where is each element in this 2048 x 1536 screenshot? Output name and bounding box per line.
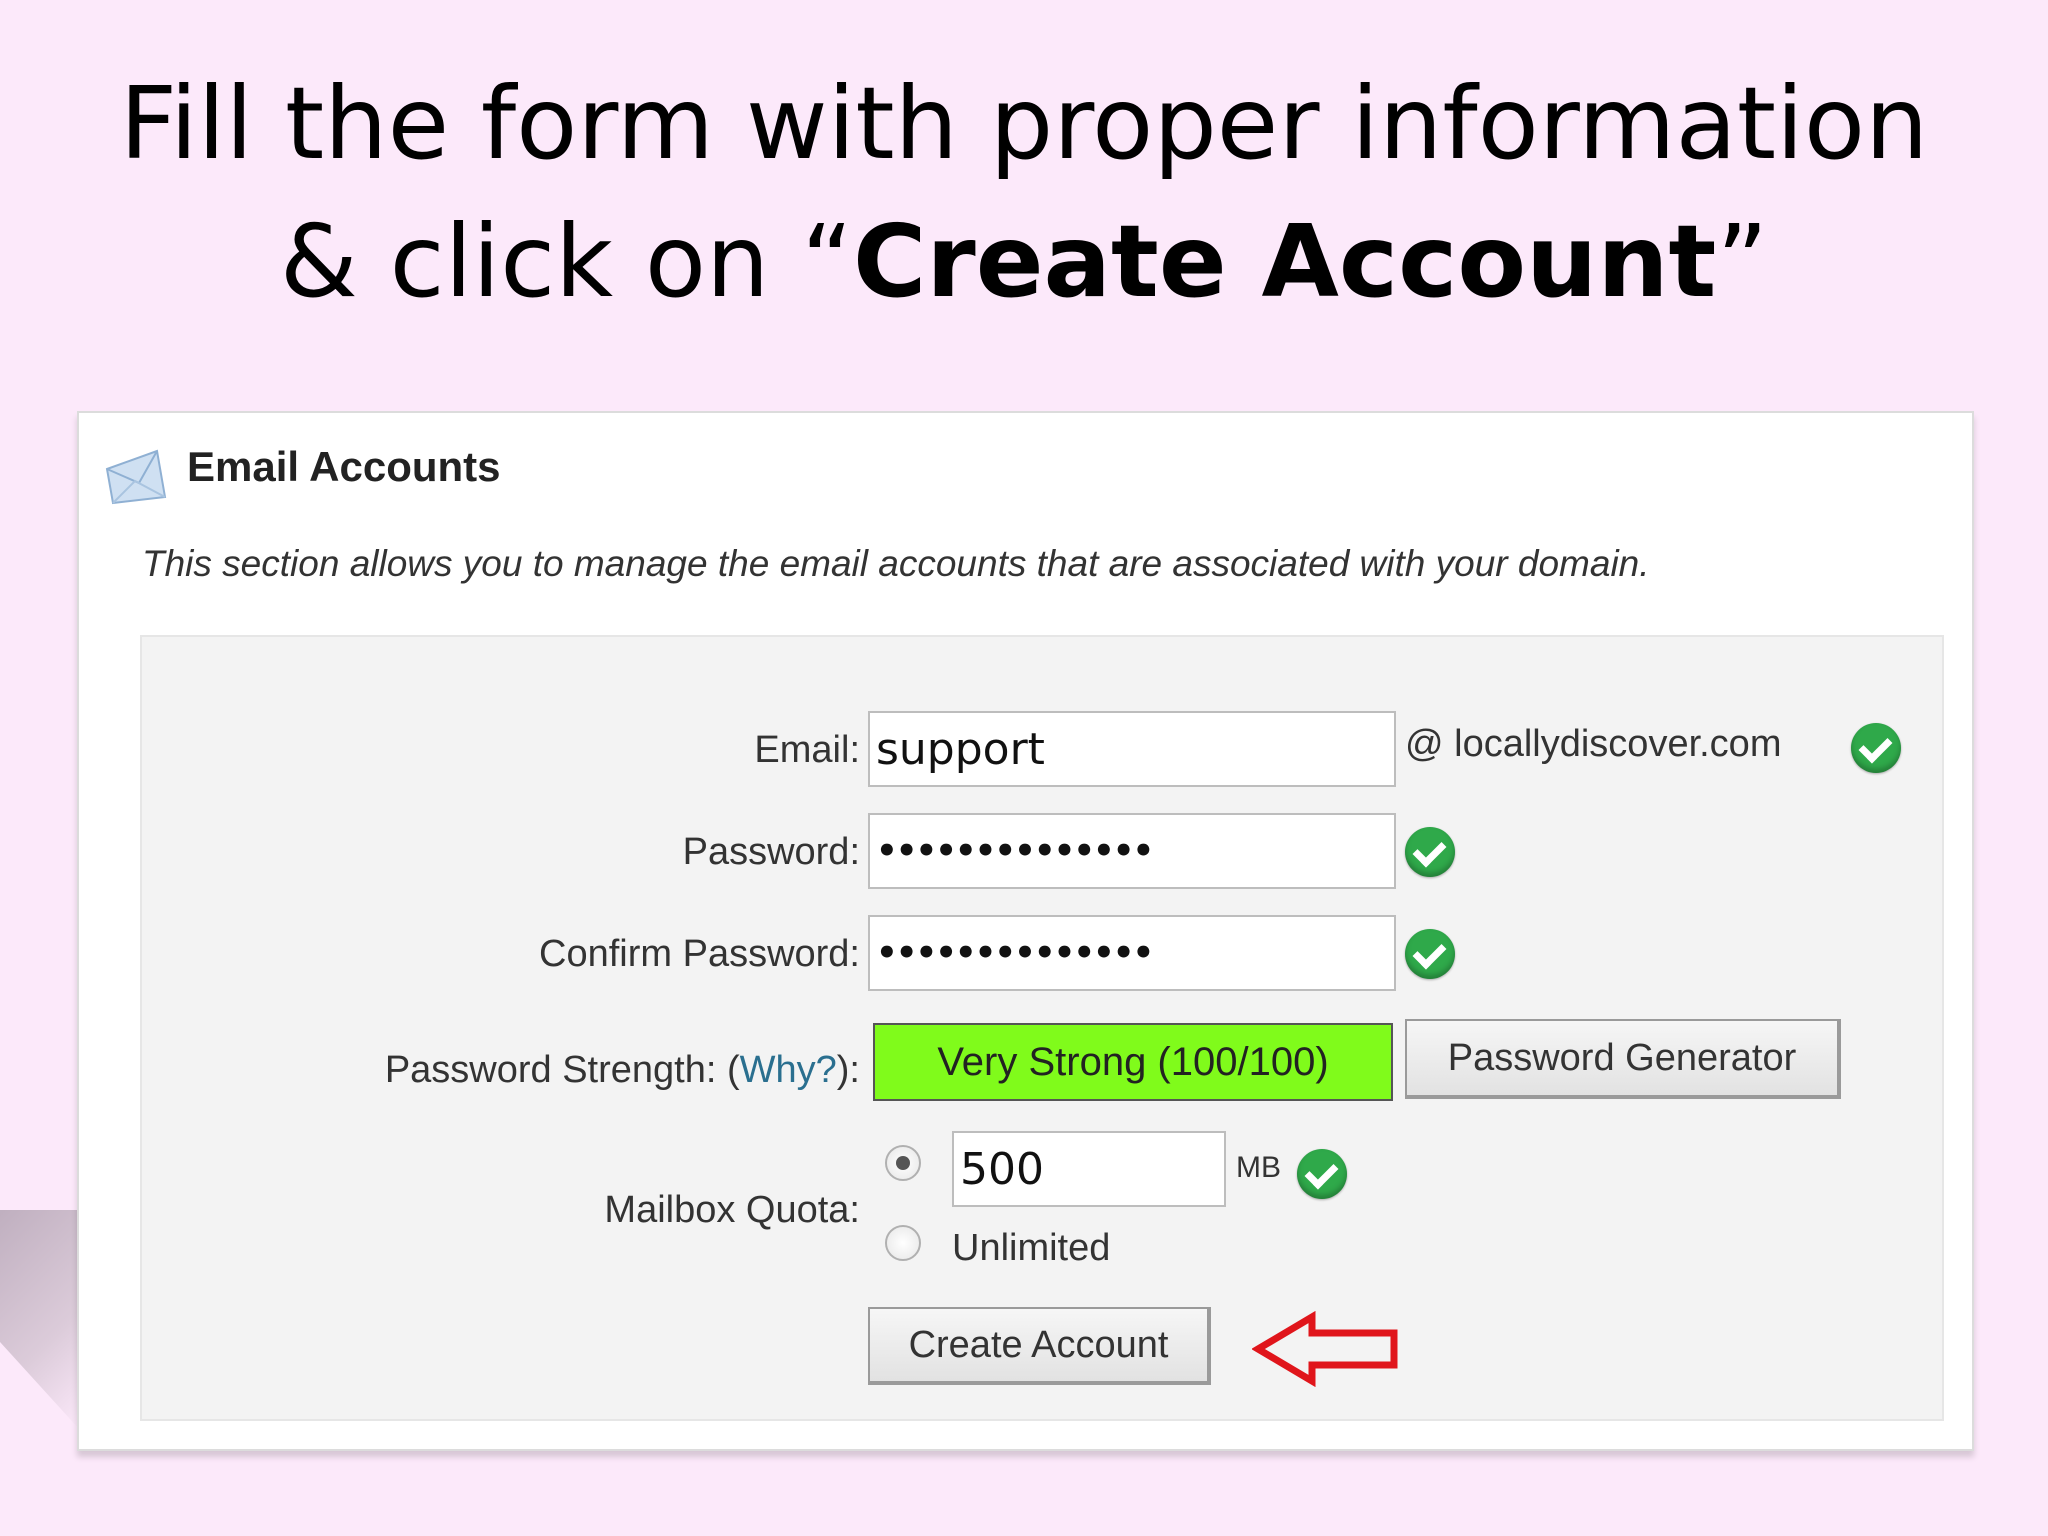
arrow-left-icon	[1252, 1311, 1398, 1387]
title-prefix: & click on “	[279, 203, 854, 320]
title-bold: Create Account	[853, 203, 1717, 320]
domain-label: @ locallydiscover.com	[1405, 723, 1782, 765]
confirm-valid-check-icon	[1405, 929, 1455, 979]
strength-label-end: ):	[836, 1049, 860, 1091]
mailbox-quota-label: Mailbox Quota:	[604, 1189, 860, 1231]
title-suffix: ”	[1716, 203, 1769, 320]
add-account-form: Email: support @ locallydiscover.com Pas…	[140, 635, 1944, 1421]
password-strength-label: Password Strength: (Why?):	[385, 1049, 860, 1092]
password-label: Password:	[682, 831, 860, 873]
confirm-password-input[interactable]: ••••••••••••••	[868, 915, 1396, 991]
email-input[interactable]: support	[868, 711, 1396, 787]
password-valid-check-icon	[1405, 827, 1455, 877]
quota-valid-check-icon	[1297, 1149, 1347, 1199]
title-line-1: Fill the form with proper information	[119, 65, 1929, 182]
password-strength-meter: Very Strong (100/100)	[873, 1023, 1393, 1101]
quota-unit: MB	[1236, 1151, 1281, 1184]
panel-description: This section allows you to manage the em…	[142, 543, 1650, 584]
slide-title: Fill the form with proper information & …	[0, 55, 2048, 331]
strength-label-text: Password Strength: (	[384, 1049, 740, 1091]
password-generator-button[interactable]: Password Generator	[1405, 1019, 1841, 1099]
email-accounts-panel: Email Accounts This section allows you t…	[77, 411, 1974, 1451]
slide: Fill the form with proper information & …	[0, 0, 2048, 1536]
email-label: Email:	[754, 729, 860, 771]
quota-unlimited-radio[interactable]	[885, 1225, 921, 1261]
quota-input[interactable]: 500	[952, 1131, 1226, 1207]
create-account-button[interactable]: Create Account	[868, 1307, 1211, 1385]
why-link[interactable]: Why?	[740, 1049, 837, 1091]
unlimited-label: Unlimited	[952, 1227, 1111, 1269]
mail-icon	[105, 449, 167, 505]
email-valid-check-icon	[1851, 723, 1901, 773]
quota-limited-radio[interactable]	[885, 1145, 921, 1181]
slide-decoration	[0, 1210, 80, 1430]
title-line-2: & click on “Create Account”	[0, 193, 2048, 331]
confirm-password-label: Confirm Password:	[539, 933, 860, 975]
password-input[interactable]: ••••••••••••••	[868, 813, 1396, 889]
panel-title: Email Accounts	[187, 443, 501, 490]
